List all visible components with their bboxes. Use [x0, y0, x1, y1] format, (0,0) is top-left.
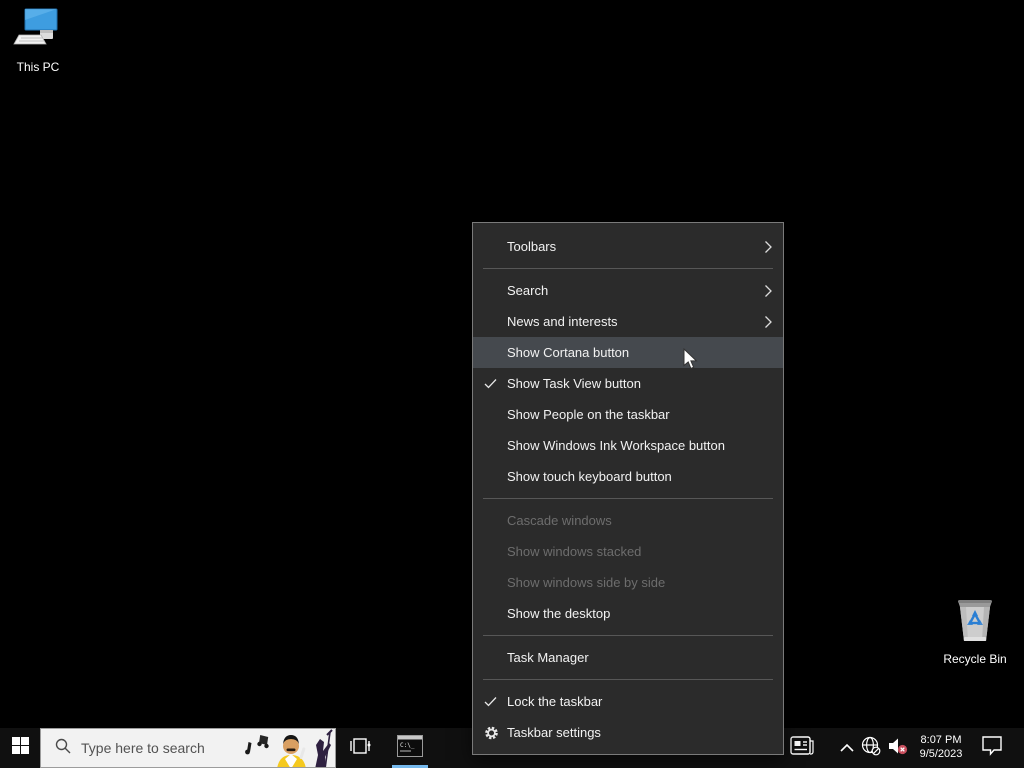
desktop-icon-label: Recycle Bin	[943, 652, 1007, 666]
volume-button[interactable]	[884, 728, 912, 768]
volume-muted-icon	[887, 736, 909, 761]
recycle-bin-icon	[955, 600, 995, 648]
menu-item-label: Show the desktop	[507, 606, 611, 621]
menu-item-show-people[interactable]: Show People on the taskbar	[473, 399, 783, 430]
cmd-window-icon: C:\_	[397, 734, 423, 762]
network-globe-offline-icon	[861, 736, 881, 761]
news-and-interests-button[interactable]	[784, 728, 820, 768]
checkmark-icon	[484, 696, 497, 707]
news-and-interests-icon	[790, 735, 814, 761]
menu-item-label: Show touch keyboard button	[507, 469, 672, 484]
menu-item-taskbar-settings[interactable]: Taskbar settings	[473, 717, 783, 748]
chevron-right-icon	[765, 240, 772, 253]
menu-item-label: Task Manager	[507, 650, 589, 665]
menu-item-label: Show windows stacked	[507, 544, 642, 559]
menu-item-lock-the-taskbar[interactable]: Lock the taskbar	[473, 686, 783, 717]
menu-item-show-task-view-button[interactable]: Show Task View button	[473, 368, 783, 399]
search-input[interactable]	[81, 740, 221, 756]
menu-item-label: Show People on the taskbar	[507, 407, 670, 422]
menu-item-label: Search	[507, 283, 549, 298]
taskbar-context-menu: Toolbars Search News and interests Show …	[472, 222, 784, 755]
gear-icon	[484, 725, 499, 740]
menu-item-news-and-interests[interactable]: News and interests	[473, 306, 783, 337]
menu-item-label: Show Cortana button	[507, 345, 630, 360]
checkmark-icon	[484, 378, 497, 389]
chevron-right-icon	[765, 315, 772, 328]
menu-item-show-the-desktop[interactable]: Show the desktop	[473, 598, 783, 629]
menu-item-label: Toolbars	[507, 239, 557, 254]
desktop-icon-recycle-bin[interactable]: Recycle Bin	[937, 596, 1013, 666]
menu-item-toolbars[interactable]: Toolbars	[473, 231, 783, 262]
menu-item-search[interactable]: Search	[473, 275, 783, 306]
network-status-button[interactable]	[858, 728, 884, 768]
menu-item-label: Show Windows Ink Workspace button	[507, 438, 725, 453]
search-highlight-art[interactable]	[235, 729, 335, 767]
desktop-icon-this-pc[interactable]: This PC	[0, 8, 76, 74]
show-hidden-icons-button[interactable]	[836, 728, 858, 768]
menu-item-cascade-windows: Cascade windows	[473, 505, 783, 536]
start-button[interactable]	[0, 728, 40, 768]
taskbar-app-command-prompt[interactable]: C:\_	[390, 728, 430, 768]
mouse-cursor	[683, 347, 701, 377]
menu-separator	[483, 635, 773, 636]
menu-separator	[483, 268, 773, 269]
menu-item-label: Show Task View button	[507, 376, 641, 391]
action-center-icon	[981, 735, 1003, 761]
menu-item-label: Lock the taskbar	[507, 694, 603, 709]
menu-item-show-cortana-button[interactable]: Show Cortana button	[473, 337, 783, 368]
menu-item-show-windows-ink-workspace[interactable]: Show Windows Ink Workspace button	[473, 430, 783, 461]
task-view-button[interactable]	[344, 728, 378, 768]
action-center-button[interactable]	[972, 728, 1012, 768]
menu-item-label: Cascade windows	[507, 513, 612, 528]
menu-item-show-windows-side-by-side: Show windows side by side	[473, 567, 783, 598]
taskbar-clock[interactable]: 8:07 PM 9/5/2023	[912, 728, 970, 768]
menu-item-label: Show windows side by side	[507, 575, 666, 590]
chevron-up-icon	[840, 739, 854, 757]
search-icon	[55, 738, 71, 759]
clock-date: 9/5/2023	[919, 748, 963, 760]
menu-item-show-windows-stacked: Show windows stacked	[473, 536, 783, 567]
menu-separator	[483, 679, 773, 680]
chevron-right-icon	[765, 284, 772, 297]
menu-item-show-touch-keyboard[interactable]: Show touch keyboard button	[473, 461, 783, 492]
menu-item-label: News and interests	[507, 314, 618, 329]
svg-text:C:\_: C:\_	[400, 742, 415, 749]
desktop-icon-label: This PC	[16, 60, 60, 74]
this-pc-icon	[13, 8, 63, 56]
clock-time: 8:07 PM	[920, 734, 962, 747]
menu-item-task-manager[interactable]: Task Manager	[473, 642, 783, 673]
task-view-icon	[350, 736, 372, 761]
windows-logo-icon	[11, 737, 29, 759]
menu-item-label: Taskbar settings	[507, 725, 601, 740]
menu-separator	[483, 498, 773, 499]
taskbar-search-box[interactable]	[40, 728, 336, 768]
